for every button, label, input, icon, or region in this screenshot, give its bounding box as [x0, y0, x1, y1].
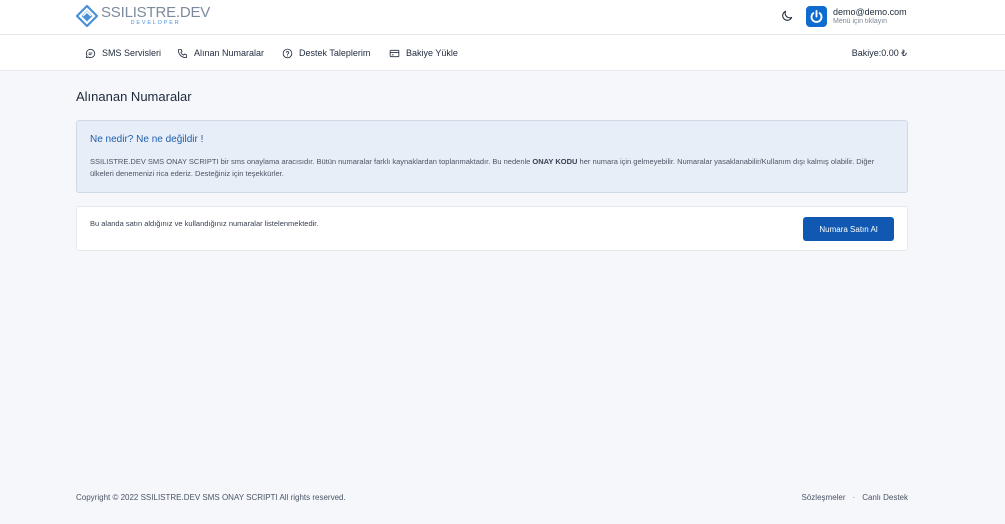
numbers-card: Bu alanda satın aldığınız ve kullandığın… [76, 206, 908, 251]
brand-tagline: DEVELOPER [130, 20, 181, 27]
power-icon [810, 9, 823, 23]
footer-links: Sözleşmeler · Canlı Destek [802, 493, 908, 502]
theme-toggle[interactable] [780, 9, 794, 28]
nav-item-sms-services[interactable]: SMS Servisleri [85, 35, 161, 71]
nav-label: Bakiye Yükle [406, 48, 458, 58]
moon-icon [782, 10, 793, 21]
page-title: Alınanan Numaralar [76, 89, 192, 104]
user-menu[interactable]: demo@demo.com Menü için tıklayın [806, 6, 907, 27]
card-description: Bu alanda satın aldığınız ve kullandığın… [90, 219, 319, 228]
user-email: demo@demo.com [833, 7, 907, 18]
avatar[interactable] [806, 6, 827, 27]
info-alert: Ne nedir? Ne ne değildir ! SSILISTRE.DEV… [76, 120, 908, 193]
help-circle-icon [282, 48, 293, 58]
brand-logo[interactable]: SSILISTRE.DEV DEVELOPER [76, 5, 210, 27]
nav-item-load-balance[interactable]: Bakiye Yükle [389, 35, 458, 71]
nav-item-support-tickets[interactable]: Destek Taleplerim [282, 35, 370, 71]
nav-label: Destek Taleplerim [299, 48, 371, 58]
footer-separator: · [852, 493, 856, 502]
nav-label: SMS Servisleri [102, 48, 162, 58]
main-nav: SMS Servisleri Alınan Numaralar Destek T… [0, 35, 1005, 71]
footer-link-live-support[interactable]: Canlı Destek [862, 493, 908, 502]
footer-copyright: Copyright © 2022 SSILISTRE.DEV SMS ONAY … [76, 493, 346, 502]
credit-card-icon [389, 49, 400, 57]
top-header: SSILISTRE.DEV DEVELOPER demo@demo.com Me… [0, 0, 1005, 35]
footer-link-agreements[interactable]: Sözleşmeler [802, 493, 846, 502]
buy-number-button[interactable]: Numara Satın Al [803, 217, 894, 241]
alert-text-bold: ONAY KODU [532, 157, 578, 166]
brand-name: SSILISTRE.DEV [101, 4, 211, 22]
balance-display: Bakiye:0.00 ₺ [851, 47, 907, 58]
chat-icon [85, 48, 96, 58]
alert-title: Ne nedir? Ne ne değildir ! [90, 134, 204, 145]
alert-text-start: SSILISTRE.DEV SMS ONAY SCRIPTI bir sms o… [90, 157, 533, 166]
user-menu-hint: Menü için tıklayın [833, 17, 888, 25]
logo-icon [76, 5, 98, 27]
nav-item-received-numbers[interactable]: Alınan Numaralar [177, 35, 264, 71]
nav-label: Alınan Numaralar [194, 48, 265, 58]
alert-body: SSILISTRE.DEV SMS ONAY SCRIPTI bir sms o… [90, 156, 890, 180]
phone-icon [177, 48, 188, 58]
